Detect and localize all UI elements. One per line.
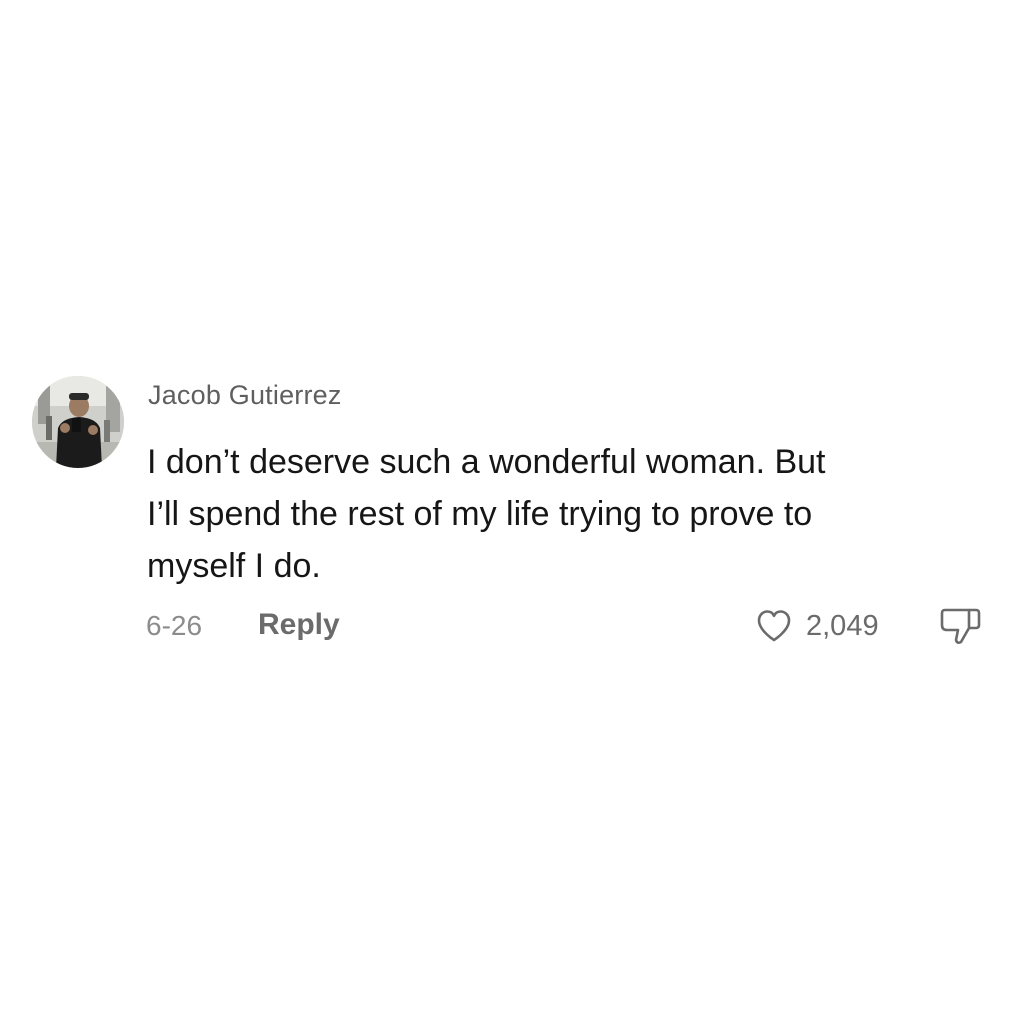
thumbs-down-icon[interactable] <box>936 604 984 648</box>
comment-text-line: I’ll spend the rest of my life trying to… <box>147 495 813 533</box>
reply-button[interactable]: Reply <box>258 608 340 642</box>
like-button[interactable]: 2,049 <box>754 604 879 648</box>
comment-item: Jacob Gutierrez I don’t deserve such a w… <box>30 372 990 662</box>
comment-date: 6-26 <box>146 610 203 641</box>
like-count: 2,049 <box>806 609 879 642</box>
avatar[interactable] <box>32 376 124 468</box>
dislike-button[interactable] <box>936 604 984 648</box>
heart-outline-icon[interactable] <box>754 606 794 646</box>
comment-text: I don’t deserve such a wonderful woman. … <box>147 436 997 592</box>
comment-author[interactable]: Jacob Gutierrez <box>148 380 342 411</box>
comment-text-line: myself I do. <box>147 547 321 585</box>
comment-text-line: I don’t deserve such a wonderful woman. … <box>147 443 826 481</box>
user-photo-avatar-icon <box>32 376 124 468</box>
